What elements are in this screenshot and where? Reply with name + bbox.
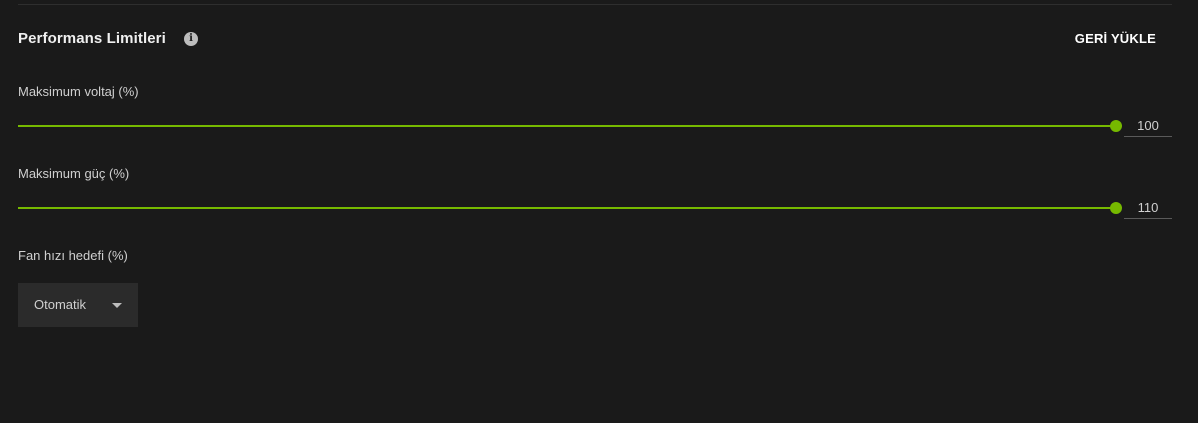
max-power-label: Maksimum güç (%) — [18, 166, 130, 181]
fan-speed-dropdown[interactable]: Otomatik — [18, 283, 138, 327]
chevron-down-icon — [112, 303, 122, 308]
max-power-slider[interactable] — [18, 202, 1122, 214]
section-title: Performans Limitleri — [18, 30, 166, 47]
info-icon[interactable]: i — [184, 32, 198, 46]
max-power-slider-thumb[interactable] — [1110, 202, 1122, 214]
reset-button[interactable]: GERİ YÜKLE — [1075, 31, 1156, 46]
max-power-slider-fill — [18, 207, 1116, 209]
max-power-value-field[interactable]: 110 — [1124, 198, 1172, 219]
max-voltage-label: Maksimum voltaj (%) — [18, 84, 139, 99]
fan-speed-selected-value: Otomatik — [34, 297, 87, 312]
max-voltage-value-field[interactable]: 100 — [1124, 116, 1172, 137]
max-voltage-slider[interactable] — [18, 120, 1122, 132]
top-divider — [18, 4, 1172, 5]
fan-speed-label: Fan hızı hedefi (%) — [18, 248, 128, 263]
max-voltage-slider-fill — [18, 125, 1116, 127]
max-voltage-slider-thumb[interactable] — [1110, 120, 1122, 132]
